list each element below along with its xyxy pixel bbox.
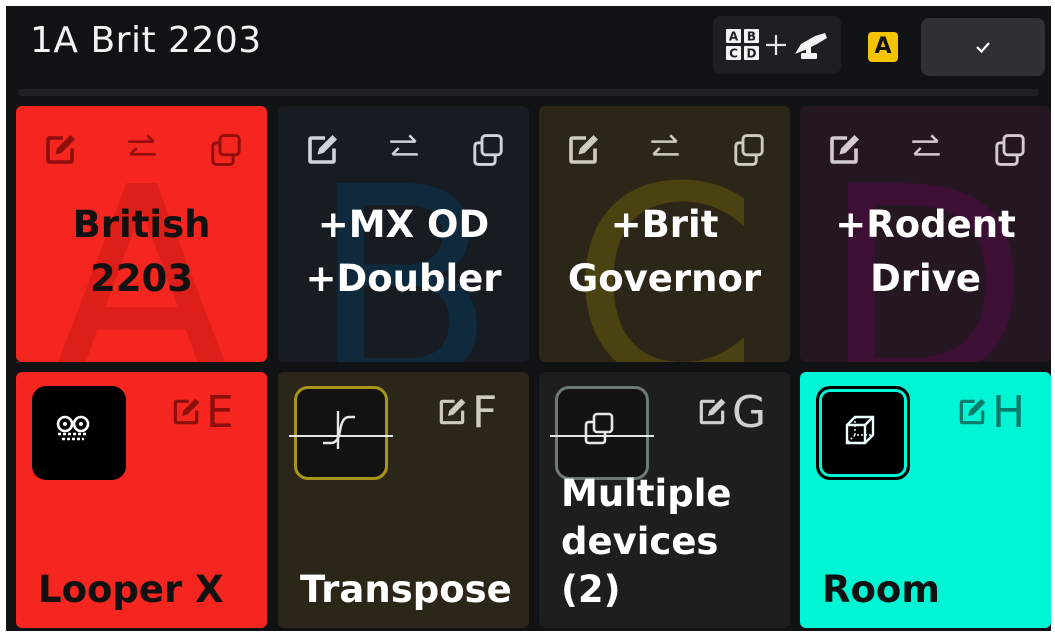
slot-toggle-button[interactable] xyxy=(289,386,393,480)
tile-actions xyxy=(16,130,267,166)
copy-icon[interactable] xyxy=(992,132,1028,168)
tile-label: +Rodent Drive xyxy=(835,203,1016,300)
swap-icon[interactable] xyxy=(647,130,683,166)
tile-actions xyxy=(800,130,1051,166)
tile-actions xyxy=(539,130,790,166)
swap-icon[interactable] xyxy=(386,130,422,166)
slot-letter: E xyxy=(206,387,234,438)
slot-letter: H xyxy=(992,387,1026,438)
bypass-strike-line xyxy=(289,435,393,437)
preset-name[interactable]: 1A Brit 2203 xyxy=(30,20,262,61)
footswitch-assign-button[interactable]: A B C D xyxy=(713,16,841,74)
slot-tile-e[interactable]: E Looper X xyxy=(16,372,267,628)
edit-icon[interactable] xyxy=(956,396,988,428)
s-curve-icon xyxy=(323,411,355,449)
app-screen: 1A Brit 2203 A B C D A A British 2203 B … xyxy=(6,6,1051,631)
slot-toggle-button[interactable] xyxy=(32,386,126,480)
slot-toggle-button[interactable] xyxy=(550,386,654,480)
edit-icon[interactable] xyxy=(170,396,202,428)
tile-label: +MX OD +Doubler xyxy=(305,203,502,300)
footswitch-tile-b[interactable]: B +MX OD +Doubler xyxy=(278,106,529,362)
footswitch-icon xyxy=(795,33,827,59)
slot-tile-h[interactable]: H Room xyxy=(800,372,1051,628)
swap-icon[interactable] xyxy=(124,130,160,166)
slot-tile-g[interactable]: G Multiple devices (2) xyxy=(539,372,790,628)
footswitch-tile-c[interactable]: C +Brit Governor xyxy=(539,106,790,362)
edit-icon[interactable] xyxy=(436,396,468,428)
slot-tile-f[interactable]: F Transpose xyxy=(278,372,529,628)
slot-label: Room xyxy=(822,568,940,611)
slot-toggle-button[interactable] xyxy=(816,386,910,480)
copy-icon[interactable] xyxy=(731,132,767,168)
slot-letter: F xyxy=(472,387,498,438)
edit-icon[interactable] xyxy=(565,132,601,168)
copy-icon[interactable] xyxy=(208,132,244,168)
tile-label: British 2203 xyxy=(72,203,211,300)
swap-icon[interactable] xyxy=(908,130,944,166)
svg-text:C: C xyxy=(729,47,738,61)
edit-icon[interactable] xyxy=(42,132,78,168)
slot-label: Multiple devices (2) xyxy=(561,472,732,611)
edit-icon[interactable] xyxy=(826,132,862,168)
header-divider xyxy=(18,89,1039,96)
confirm-button[interactable] xyxy=(921,18,1045,76)
svg-text:A: A xyxy=(729,30,739,44)
svg-text:D: D xyxy=(747,47,757,61)
copy-icon xyxy=(584,412,614,445)
tile-actions xyxy=(278,130,529,166)
slot-label: Looper X xyxy=(38,568,224,611)
checkmark-icon xyxy=(976,42,990,54)
cassette-icon xyxy=(56,415,90,441)
footswitch-tile-a[interactable]: A British 2203 xyxy=(16,106,267,362)
footswitch-tile-d[interactable]: D +Rodent Drive xyxy=(800,106,1051,362)
slot-letter: G xyxy=(732,387,767,438)
abcd-grid-icon: A B C D xyxy=(726,29,759,61)
copy-icon[interactable] xyxy=(470,132,506,168)
header-bar: 1A Brit 2203 A B C D A xyxy=(6,6,1051,86)
edit-layer-badge: A xyxy=(868,32,898,62)
tile-label: +Brit Governor xyxy=(567,203,762,300)
cube-icon xyxy=(845,415,875,445)
slot-label: Transpose xyxy=(300,568,512,611)
svg-text:B: B xyxy=(747,30,756,44)
plus-icon xyxy=(766,35,786,55)
bypass-strike-line xyxy=(550,435,654,437)
edit-icon[interactable] xyxy=(696,396,728,428)
edit-icon[interactable] xyxy=(304,132,340,168)
